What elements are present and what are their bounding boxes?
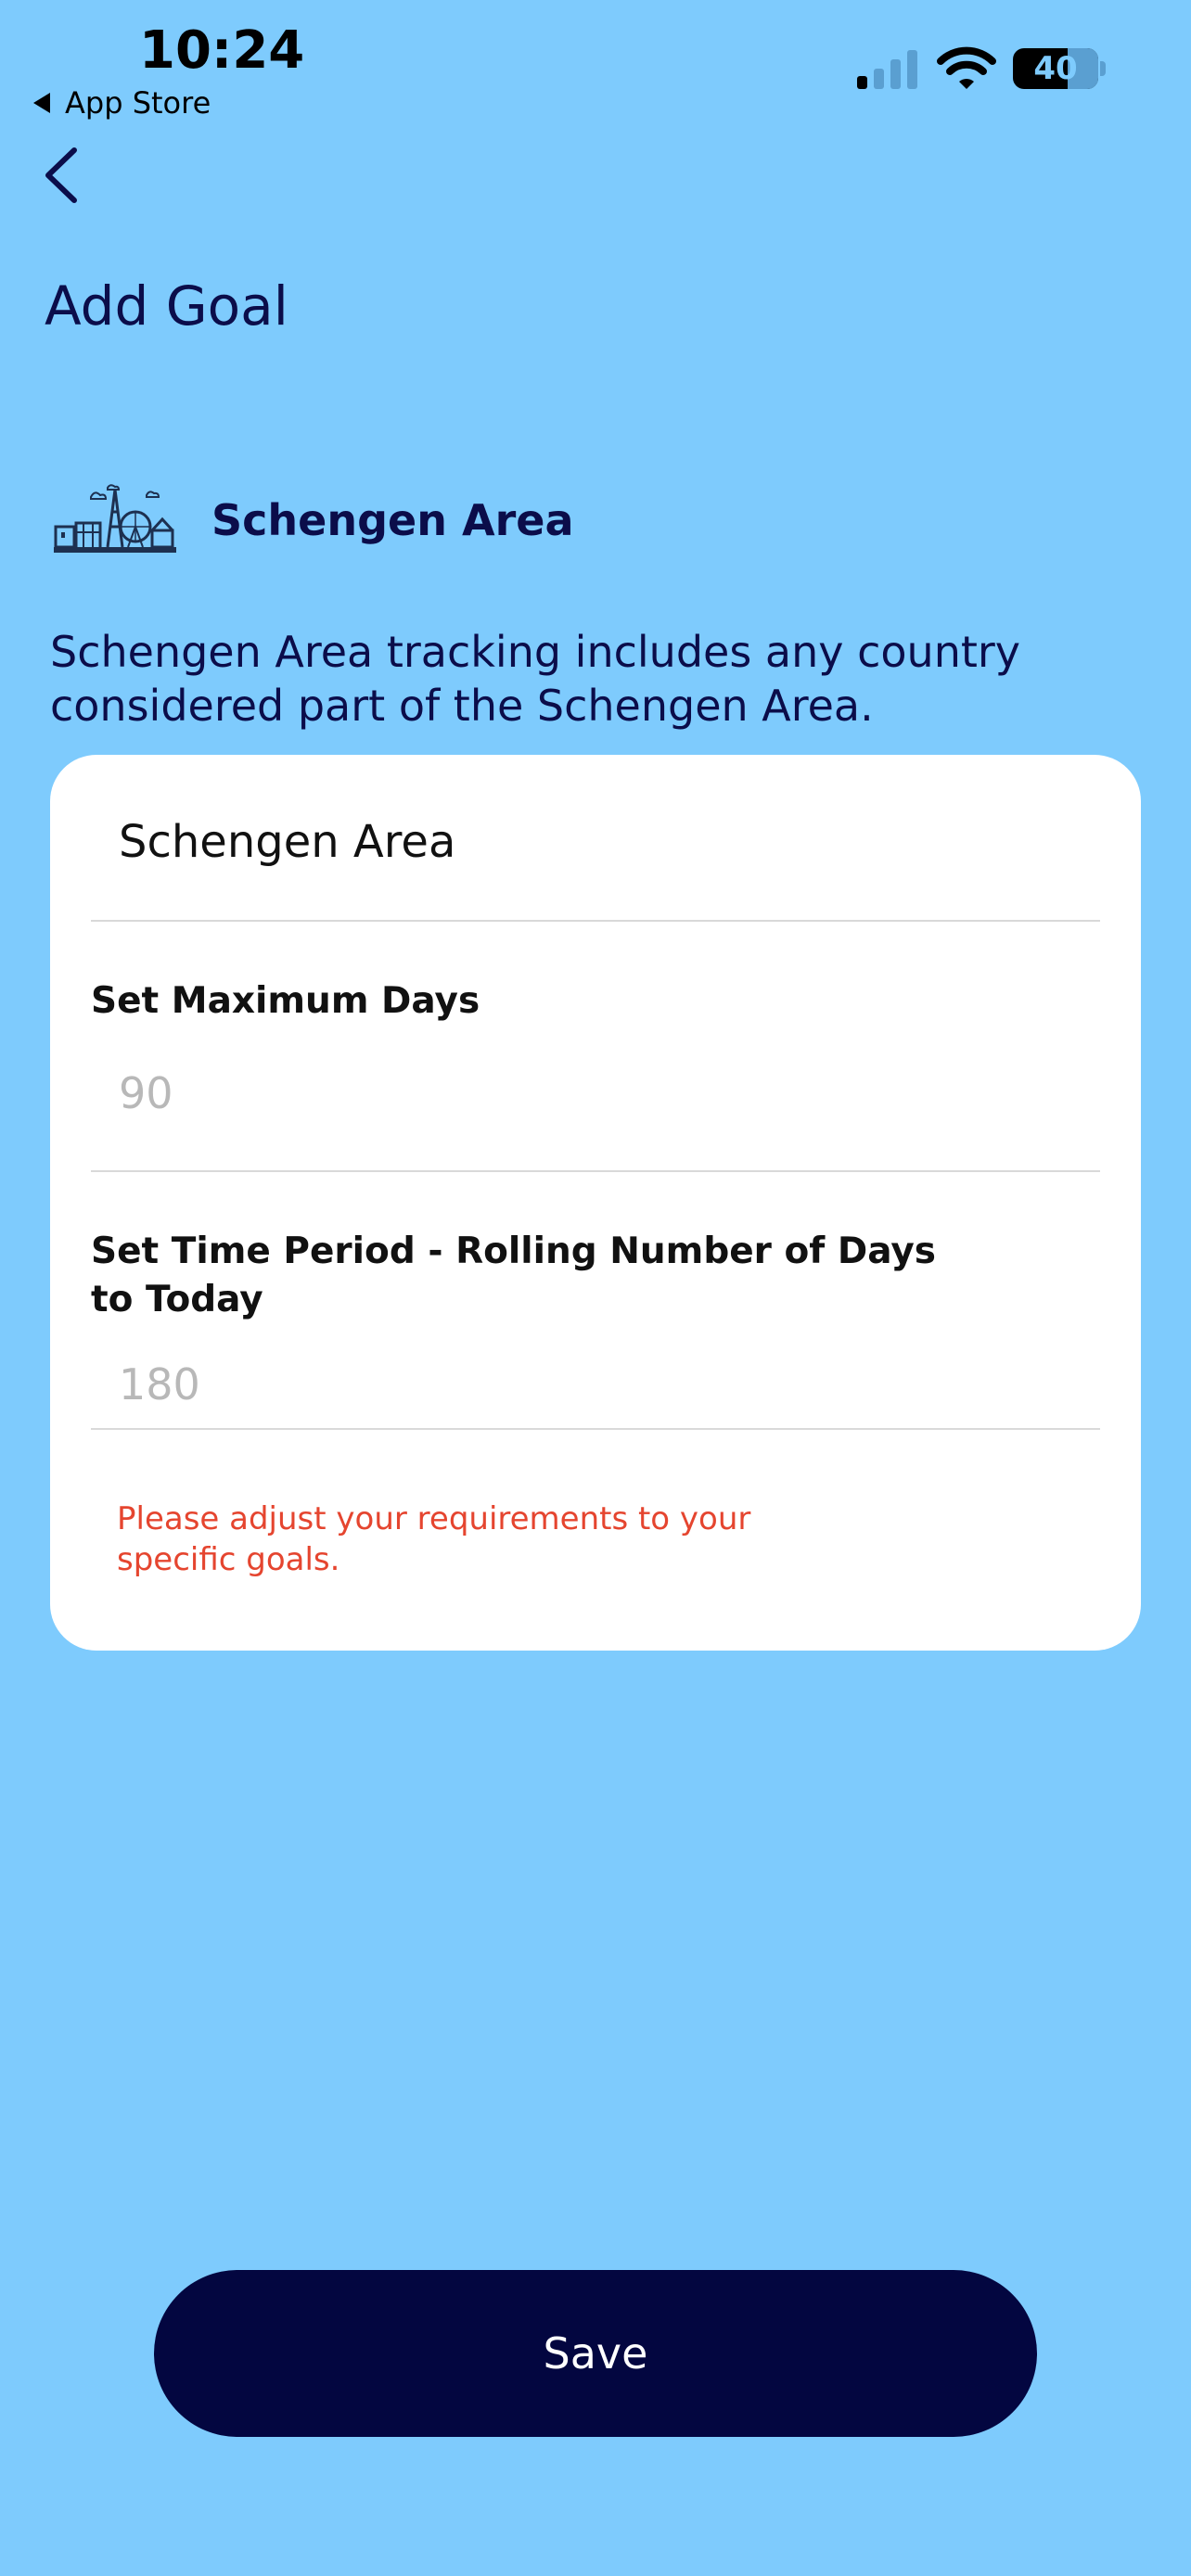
time-period-input[interactable]: [119, 1359, 1046, 1409]
divider: [91, 1428, 1100, 1430]
wifi-icon: [937, 46, 996, 89]
max-days-label: Set Maximum Days: [91, 980, 480, 1022]
goal-name: Schengen Area: [211, 495, 574, 545]
back-to-app-store[interactable]: App Store: [33, 85, 211, 121]
goal-description: Schengen Area tracking includes any coun…: [50, 627, 1021, 731]
area-selector-field[interactable]: Schengen Area: [119, 816, 455, 868]
battery-tip: [1100, 61, 1106, 76]
requirements-hint: Please adjust your requirements to your …: [117, 1500, 751, 1578]
back-triangle-icon: [33, 93, 50, 113]
time-period-label: Set Time Period - Rolling Number of Days…: [91, 1231, 936, 1320]
cellular-signal-icon: [857, 50, 917, 89]
max-days-input[interactable]: [119, 1068, 1046, 1118]
divider: [91, 1170, 1100, 1172]
divider: [91, 920, 1100, 922]
battery-icon: 40: [1013, 48, 1098, 89]
back-to-app-label: App Store: [65, 85, 211, 121]
save-button[interactable]: Save: [154, 2270, 1037, 2437]
back-chevron-icon[interactable]: [41, 147, 82, 204]
europe-landmarks-icon: [54, 484, 176, 553]
battery-level: 40: [1033, 50, 1078, 87]
status-time: 10:24: [139, 20, 305, 81]
page-title: Add Goal: [45, 274, 288, 338]
